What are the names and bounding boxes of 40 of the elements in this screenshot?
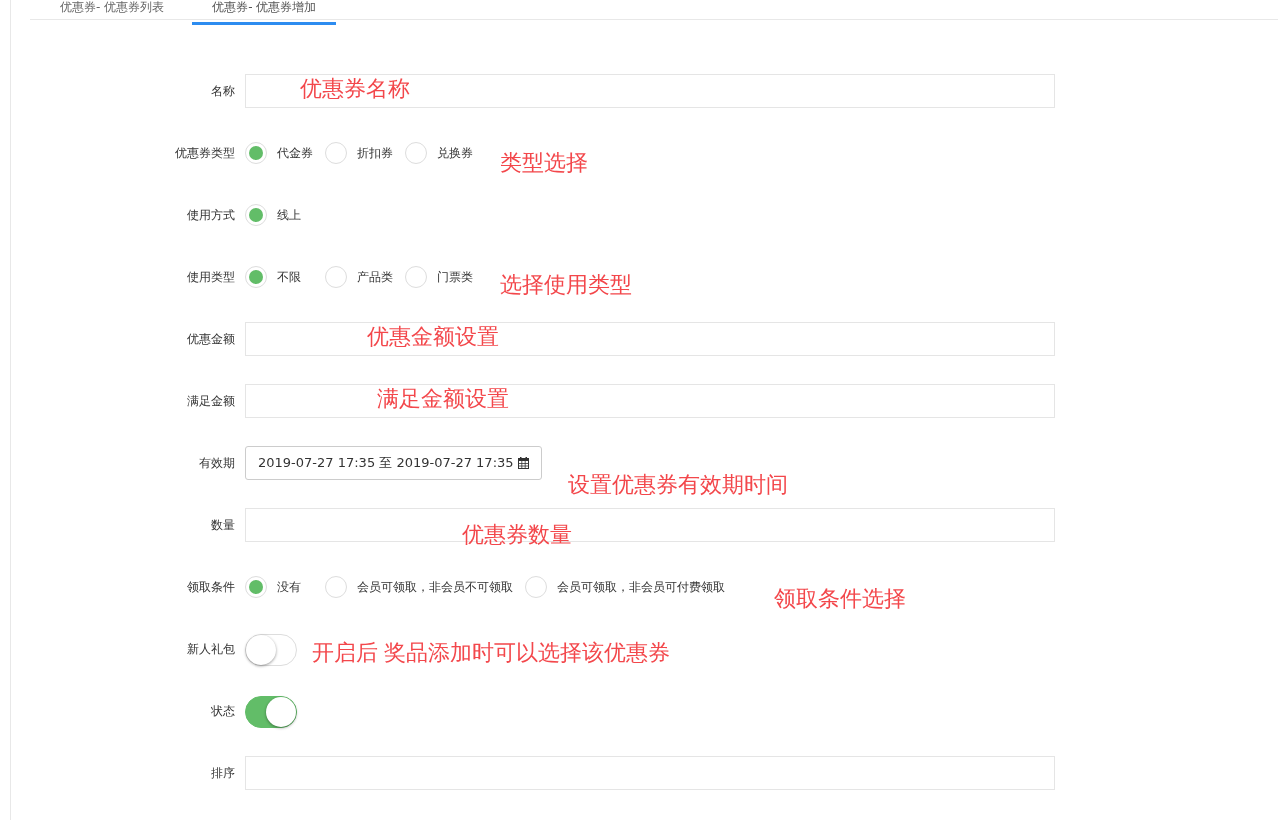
annotation-text: 优惠金额设置 [367,324,499,350]
radio-label: 产品类 [357,268,393,286]
annotation-text: 类型选择 [500,150,588,176]
field-label: 使用类型 [186,269,236,286]
input-field[interactable] [245,384,1055,418]
annotation-text: 满足金额设置 [377,386,509,412]
radio-label: 兑换券 [437,144,473,162]
field-label: 排序 [210,765,236,782]
calendar-icon [517,457,529,469]
input-field[interactable] [245,322,1055,356]
annotation-text: 选择使用类型 [500,272,632,298]
radio-label: 折扣券 [357,144,393,162]
radio-label: 会员可领取，非会员不可领取 [357,578,513,596]
field-label: 优惠金额 [186,331,236,348]
annotation-text: 设置优惠券有效期时间 [567,472,788,498]
radio-label: 没有 [277,578,302,596]
annotation-text: 领取条件选择 [774,586,906,612]
field-label: 使用方式 [186,207,236,224]
field-label: 数量 [210,517,236,534]
field-label: 名称 [210,83,236,100]
toggle-switch[interactable] [245,696,297,728]
date-range-field[interactable]: 2019-07-27 17:35 至 2019-07-27 17:35 [245,446,542,480]
annotation-text: 优惠券数量 [462,522,572,548]
radio-label: 会员可领取，非会员可付费领取 [557,578,725,596]
radio-label: 代金券 [277,144,313,162]
tab[interactable]: 优惠券- 优惠券列表 [40,0,185,25]
input-field[interactable] [245,756,1055,790]
tab[interactable]: 优惠券- 优惠券增加 [192,0,337,25]
radio-label: 不限 [277,268,302,286]
field-label: 领取条件 [186,579,236,596]
field-label: 有效期 [198,455,236,472]
radio-label: 门票类 [437,268,473,286]
radio-label: 线上 [277,206,302,224]
field-label: 状态 [210,703,236,720]
annotation-text: 开启后 奖品添加时可以选择该优惠券 [312,640,670,666]
annotation-text: 优惠券名称 [300,76,410,102]
field-label: 满足金额 [186,393,236,410]
input-field[interactable] [245,74,1055,108]
field-label: 新人礼包 [186,641,236,658]
field-label: 优惠券类型 [174,145,236,162]
